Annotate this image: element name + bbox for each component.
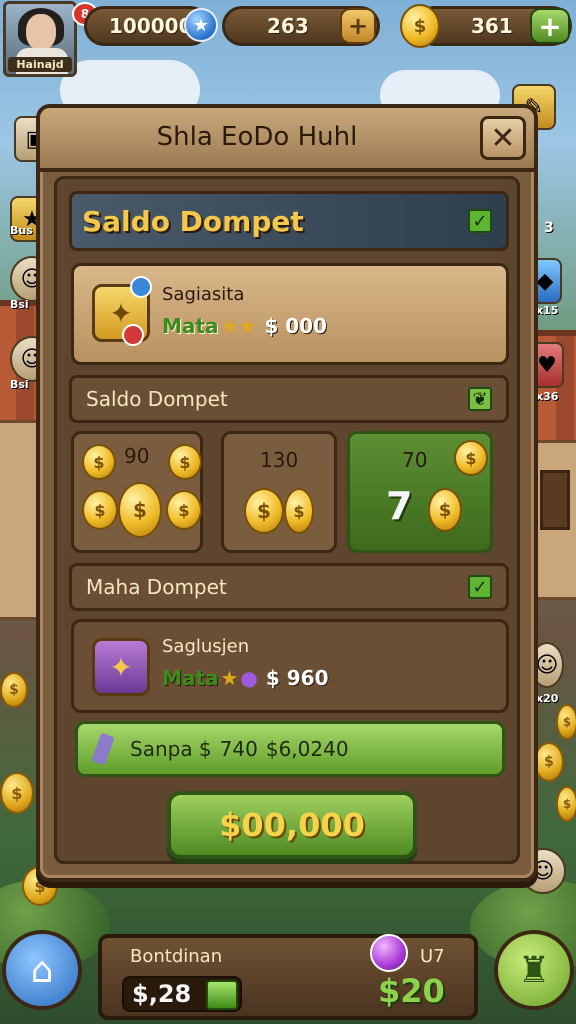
player-name: Hainajd (8, 57, 72, 72)
coin-pack-1-value: 90 (124, 444, 150, 468)
coin-icon: $ (244, 488, 284, 534)
side-label-left-2: Bsi (10, 298, 29, 311)
premium-wallet-title: Maha Dompet (86, 575, 227, 599)
coin-pack-3[interactable]: 70 $ 7 $ (347, 431, 493, 553)
house-window (540, 470, 570, 530)
dialog-header: Shla EoDo Huhl ✕ (40, 108, 534, 172)
gold-coin-icon: $ (400, 4, 440, 48)
coin-icon: $ (556, 704, 576, 740)
currency-3-value: 361 (471, 14, 513, 38)
shop-button[interactable]: ♜ (494, 930, 574, 1010)
coin-packs-header: Saldo Dompet ❦ (69, 375, 509, 423)
coin-icon: $ (82, 444, 116, 480)
premium-item-name: Saglusjen (162, 636, 250, 657)
home-button[interactable]: ⌂ (2, 930, 82, 1010)
wallet-item-amount: $ 000 (264, 314, 327, 338)
coin-icon: $ (0, 672, 28, 708)
coin-icon: $ (0, 772, 34, 814)
star-icon: ★ (220, 666, 239, 690)
purple-gem-icon (370, 934, 408, 972)
side-label-left-1: Bus (10, 224, 33, 237)
premium-wallet-icon: ✦ (92, 638, 150, 696)
leaf-icon[interactable]: ❦ (468, 387, 492, 411)
star-icon: ★★ (220, 314, 257, 338)
pencil-icon (91, 732, 115, 766)
side-label-right-3: x36 (536, 390, 559, 403)
cash-icon (206, 980, 238, 1010)
coin-pack-3-value: 70 (402, 448, 428, 472)
premium-wallet-header: Maha Dompet ✓ (69, 563, 509, 611)
summary-label: Sanpa $ (130, 737, 212, 761)
coin-icon: $ (82, 490, 118, 530)
side-label-left-3: Bsi (10, 378, 29, 391)
premium-item-card[interactable]: ✦ Saglusjen Mata ★ ● $ 960 (71, 619, 509, 713)
bottom-label: Bontdinan (130, 946, 223, 967)
coin-pack-2[interactable]: 130 $ $ (221, 431, 337, 553)
coin-stack-icon: $ (118, 482, 162, 538)
premium-item-amount: $ 960 (265, 666, 329, 690)
wallet-balance-header: Saldo Dompet ✓ (69, 191, 509, 251)
close-button[interactable]: ✕ (480, 116, 526, 160)
badge-icon (130, 276, 152, 298)
star-gem-icon: ★ (184, 8, 218, 42)
coin-icon: $ (284, 488, 314, 534)
bottom-badge: U7 (420, 946, 445, 967)
summary-value-1: 740 (219, 737, 258, 761)
summary-value-2: $6,0240 (265, 737, 349, 761)
check-icon[interactable]: ✓ (468, 575, 492, 599)
coin-icon: $ (454, 440, 488, 476)
player-avatar[interactable]: Hainajd (3, 1, 77, 77)
coin-packs-title: Saldo Dompet (86, 387, 228, 411)
avatar-face (26, 14, 56, 50)
bottom-wallet-panel: Bontdinan $,28 U7 $20 (98, 934, 478, 1020)
purple-gem-icon: ● (240, 666, 258, 690)
wallet-dialog: Shla EoDo Huhl ✕ Saldo Dompet ✓ ✦ Sagias… (36, 104, 538, 882)
item-sub-label: Mata (162, 314, 219, 338)
coin-icon: $ (534, 742, 564, 782)
item-sub-label: Mata (162, 666, 219, 690)
currency-2-value: 263 (267, 14, 309, 38)
wallet-item-card[interactable]: ✦ Sagiasita Mata ★★ $ 000 (71, 263, 509, 365)
coin-icon: $ (166, 490, 202, 530)
bottom-reward: $20 (378, 972, 445, 1010)
dialog-body: Saldo Dompet ✓ ✦ Sagiasita Mata ★★ $ 000… (54, 176, 520, 864)
coin-icon: $ (556, 786, 576, 822)
coin-icon: $ (428, 488, 462, 532)
side-label-right-1: 3 (544, 220, 554, 236)
side-label-right-4: x20 (536, 692, 559, 705)
coin-pack-1[interactable]: 90 $ $ $ $ $ (71, 431, 203, 553)
shop-icon: ♜ (517, 949, 551, 991)
confirm-button-label: $00,000 (219, 806, 365, 844)
currency-1-value: 100000 (109, 14, 193, 38)
wallet-balance-title: Saldo Dompet (82, 204, 304, 238)
coin-icon: $ (168, 444, 202, 480)
coin-pack-3-big-value: 7 (386, 484, 413, 528)
summary-bar[interactable]: Sanpa $ 740 $6,0240 (75, 721, 505, 777)
badge-icon (122, 324, 144, 346)
confirm-purchase-button[interactable]: $00,000 (167, 791, 417, 859)
home-icon: ⌂ (30, 949, 54, 991)
premium-item-detail: Mata ★ ● $ 960 (162, 666, 329, 690)
add-currency-2-button[interactable]: + (340, 8, 376, 44)
dialog-title: Shla EoDo Huhl (156, 122, 358, 152)
coin-pack-2-value: 130 (260, 448, 299, 472)
side-label-right-2: x15 (536, 304, 559, 317)
wallet-item-detail: Mata ★★ $ 000 (162, 314, 327, 338)
add-currency-3-button[interactable]: + (530, 8, 570, 44)
wallet-item-name: Sagiasita (162, 284, 245, 305)
check-icon[interactable]: ✓ (468, 209, 492, 233)
bottom-balance: $,28 (132, 980, 192, 1008)
